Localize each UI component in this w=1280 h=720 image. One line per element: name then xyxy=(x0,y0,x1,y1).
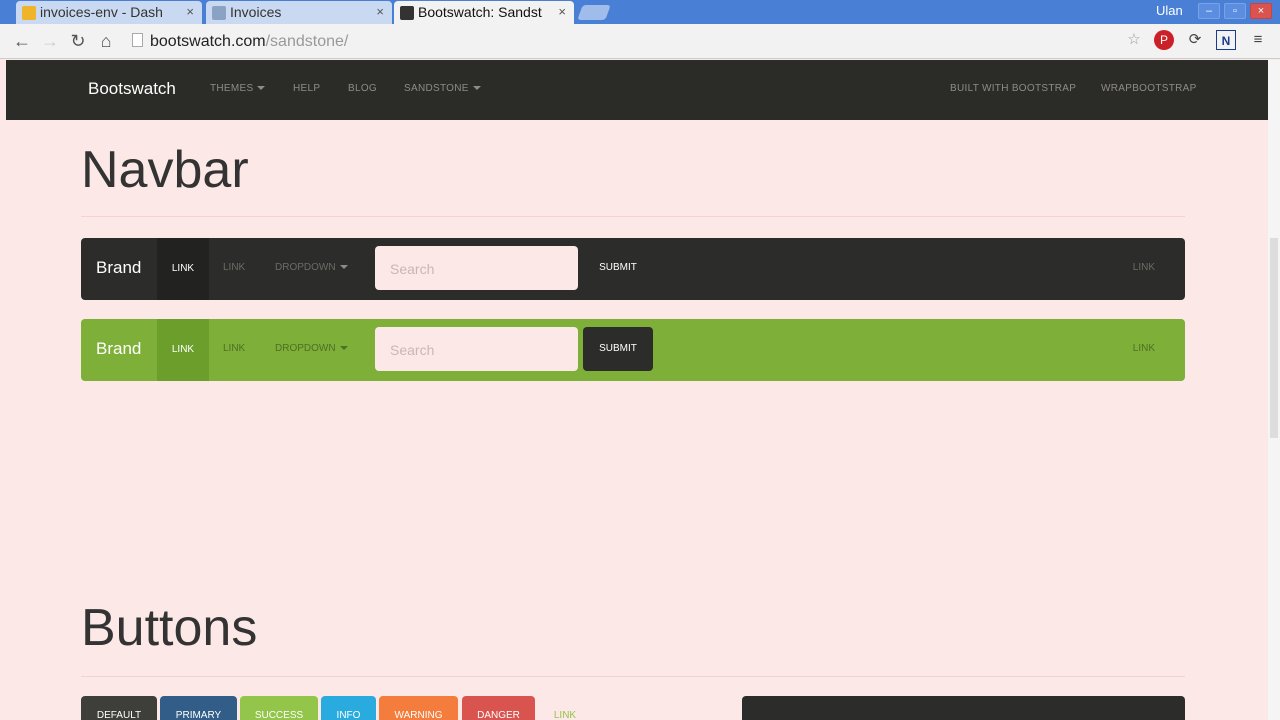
new-tab-button[interactable] xyxy=(577,5,611,20)
nav-sandstone[interactable]: SANDSTONE xyxy=(404,83,481,94)
tab-label: Invoices xyxy=(230,4,282,20)
demo-search-input[interactable]: Search xyxy=(375,246,578,290)
info-button[interactable]: INFO xyxy=(321,696,376,720)
demo-navbar-inverse: Brand LINK LINK DROPDOWN Search SUBMIT L… xyxy=(81,319,1185,381)
nav-themes[interactable]: THEMES xyxy=(210,83,266,94)
demo-navbar-default: Brand LINK LINK DROPDOWN Search SUBMIT L… xyxy=(81,238,1185,300)
nav-wrapbootstrap[interactable]: WRAPBOOTSTRAP xyxy=(1101,83,1197,94)
site-navbar: Bootswatch THEMES HELP BLOG SANDSTONE BU… xyxy=(6,60,1268,120)
primary-button[interactable]: PRIMARY xyxy=(160,696,237,720)
pinterest-icon[interactable]: P xyxy=(1154,30,1174,50)
close-icon[interactable]: × xyxy=(376,4,384,19)
demo-search-input[interactable]: Search xyxy=(375,327,578,371)
aws-favicon-icon xyxy=(22,6,36,20)
close-icon[interactable]: × xyxy=(558,4,566,19)
minimize-icon[interactable]: – xyxy=(1198,3,1220,19)
demo-link[interactable]: LINK xyxy=(223,262,245,273)
demo-submit-button[interactable]: SUBMIT xyxy=(583,246,653,290)
caret-down-icon xyxy=(339,346,348,351)
demo-brand[interactable]: Brand xyxy=(96,258,141,278)
navbar-section-title: Navbar xyxy=(81,141,249,199)
extension-n-icon[interactable]: N xyxy=(1216,30,1236,50)
tab-label: Bootswatch: Sandst xyxy=(418,4,542,20)
demo-link-active[interactable]: LINK xyxy=(157,319,209,381)
link-button[interactable]: LINK xyxy=(540,696,590,720)
caret-down-icon xyxy=(472,86,481,91)
bootswatch-favicon-icon xyxy=(400,6,414,20)
back-icon[interactable]: ← xyxy=(12,31,32,52)
address-bar[interactable]: bootswatch.com/sandstone/ xyxy=(130,28,1120,54)
tab-invoices-env[interactable]: invoices-env - Dash × xyxy=(16,1,202,24)
reload-icon[interactable]: ↻ xyxy=(68,31,88,52)
demo-link[interactable]: LINK xyxy=(223,343,245,354)
bookmark-star-icon[interactable]: ☆ xyxy=(1124,30,1144,50)
vertical-scrollbar[interactable] xyxy=(1268,60,1280,720)
demo-dropdown[interactable]: DROPDOWN xyxy=(275,262,348,273)
sync-icon[interactable]: ⟳ xyxy=(1185,30,1205,50)
site-brand[interactable]: Bootswatch xyxy=(88,79,176,99)
close-icon[interactable]: × xyxy=(186,4,194,19)
browser-toolbar: ← → ↻ ⌂ bootswatch.com/sandstone/ ☆ P ⟳ … xyxy=(0,24,1280,59)
demo-dropdown[interactable]: DROPDOWN xyxy=(275,343,348,354)
page-viewport: Bootswatch THEMES HELP BLOG SANDSTONE BU… xyxy=(6,60,1268,720)
tab-label: invoices-env - Dash xyxy=(40,4,163,20)
layers-favicon-icon xyxy=(212,6,226,20)
demo-link-right[interactable]: LINK xyxy=(1133,262,1155,273)
default-button[interactable]: DEFAULT xyxy=(81,696,157,720)
demo-link-right[interactable]: LINK xyxy=(1133,343,1155,354)
nav-help[interactable]: HELP xyxy=(293,83,320,94)
caret-down-icon xyxy=(339,265,348,270)
url-text[interactable]: bootswatch.com/sandstone/ xyxy=(150,33,348,51)
demo-link-active[interactable]: LINK xyxy=(157,238,209,300)
tab-invoices[interactable]: Invoices × xyxy=(206,1,392,24)
page-icon xyxy=(132,33,143,47)
tab-bootswatch[interactable]: Bootswatch: Sandst × xyxy=(394,1,574,24)
divider xyxy=(81,216,1185,217)
divider xyxy=(81,676,1185,677)
maximize-icon[interactable]: ▫ xyxy=(1224,3,1246,19)
scrollbar-thumb[interactable] xyxy=(1270,238,1278,438)
success-button[interactable]: SUCCESS xyxy=(240,696,318,720)
forward-icon[interactable]: → xyxy=(40,31,60,52)
caret-down-icon xyxy=(257,86,266,91)
profile-name[interactable]: Ulan xyxy=(1156,3,1183,18)
demo-brand[interactable]: Brand xyxy=(96,339,141,359)
demo-submit-button[interactable]: SUBMIT xyxy=(583,327,653,371)
nav-built-with-bootstrap[interactable]: BUILT WITH BOOTSTRAP xyxy=(950,83,1076,94)
menu-icon[interactable]: ≡ xyxy=(1248,30,1268,50)
close-window-icon[interactable]: × xyxy=(1250,3,1272,19)
button-group-panel xyxy=(742,696,1185,720)
browser-tab-strip: invoices-env - Dash × Invoices × Bootswa… xyxy=(0,0,1280,24)
buttons-section-title: Buttons xyxy=(81,599,258,657)
home-icon[interactable]: ⌂ xyxy=(96,31,116,52)
danger-button[interactable]: DANGER xyxy=(462,696,535,720)
warning-button[interactable]: WARNING xyxy=(379,696,458,720)
nav-blog[interactable]: BLOG xyxy=(348,83,377,94)
